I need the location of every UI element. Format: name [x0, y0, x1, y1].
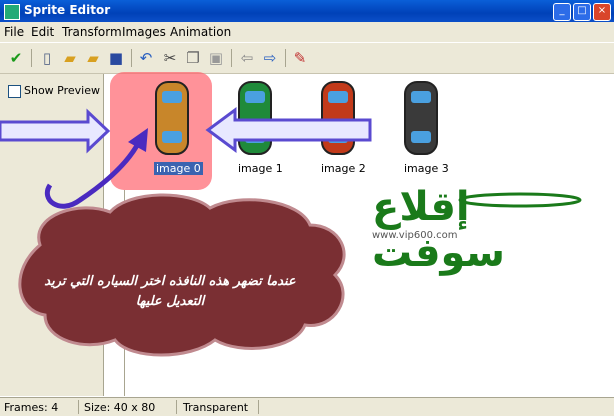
status-size: Size: 40 x 80	[84, 401, 156, 414]
status-transparency: Transparent	[183, 401, 249, 414]
right-arrow	[205, 107, 372, 153]
logo-url: www.vip600.com	[372, 230, 458, 241]
curly-arrow	[44, 138, 143, 209]
status-bar: Frames: 4 Size: 40 x 80 Transparent	[0, 397, 614, 416]
left-arrow	[0, 108, 111, 154]
status-frames: Frames: 4	[4, 401, 59, 414]
instruction-text: عندما تضهر هذه النافذه اختر السياره التي…	[44, 274, 296, 309]
